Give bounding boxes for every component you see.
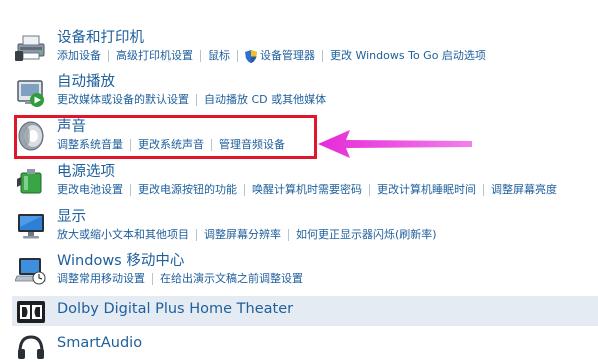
task-link-change-battery-settings[interactable]: 更改电池设置 (57, 183, 123, 197)
uac-shield-icon (245, 49, 257, 63)
category-links: 更改电池设置 更改电源按钮的功能 唤醒计算机时需要密码 更改计算机睡眠时间 调整… (57, 183, 557, 197)
dolby-icon (17, 301, 45, 323)
task-link-text-size[interactable]: 放大或缩小文本和其他项目 (57, 228, 189, 242)
task-link-presentation-settings[interactable]: 在给出演示文稿之前调整设置 (160, 272, 303, 286)
link-separator (130, 184, 131, 196)
task-link-common-mobility-settings[interactable]: 调整常用移动设置 (57, 272, 145, 286)
category-title[interactable]: Dolby Digital Plus Home Theater (57, 300, 293, 318)
category-dolby[interactable]: Dolby Digital Plus Home Theater (0, 296, 598, 326)
link-separator (244, 184, 245, 196)
task-link-mouse[interactable]: 鼠标 (208, 49, 230, 63)
category-autoplay[interactable]: 自动播放 更改媒体或设备的默认设置 自动播放 CD 或其他媒体 (0, 73, 598, 113)
headphones-icon (17, 334, 45, 360)
task-link-add-device[interactable]: 添加设备 (57, 49, 101, 63)
task-link-autoplay-cd[interactable]: 自动播放 CD 或其他媒体 (204, 93, 326, 107)
task-link-advanced-printer-setup[interactable]: 高级打印机设置 (116, 49, 193, 63)
autoplay-icon (15, 77, 47, 109)
link-separator (200, 50, 201, 62)
printer-icon (15, 31, 47, 63)
task-link-device-manager[interactable]: 设备管理器 (260, 49, 315, 63)
category-power-options[interactable]: 电源选项 更改电池设置 更改电源按钮的功能 唤醒计算机时需要密码 更改计算机睡眠… (0, 163, 598, 203)
category-devices-printers[interactable]: 设备和打印机 添加设备 高级打印机设置 鼠标 设备管理器 更改 Windows … (0, 27, 598, 67)
category-mobility-center[interactable]: Windows 移动中心 调整常用移动设置 在给出演示文稿之前调整设置 (0, 252, 598, 292)
category-links: 放大或缩小文本和其他项目 调整屏幕分辨率 如何更正显示器闪烁(刷新率) (57, 228, 437, 242)
annotation-highlight-box (14, 115, 317, 159)
task-link-adjust-brightness[interactable]: 调整屏幕亮度 (491, 183, 557, 197)
link-separator (237, 50, 238, 62)
category-links: 更改媒体或设备的默认设置 自动播放 CD 或其他媒体 (57, 93, 326, 107)
power-battery-icon (15, 165, 47, 197)
link-separator (369, 184, 370, 196)
task-link-windows-to-go[interactable]: 更改 Windows To Go 启动选项 (330, 49, 486, 63)
category-title[interactable]: Windows 移动中心 (57, 252, 184, 270)
category-title[interactable]: 显示 (57, 208, 86, 226)
link-separator (483, 184, 484, 196)
category-title[interactable]: SmartAudio (57, 334, 142, 352)
category-links: 添加设备 高级打印机设置 鼠标 设备管理器 更改 Windows To Go 启… (57, 49, 486, 63)
category-title[interactable]: 电源选项 (57, 163, 115, 181)
category-title[interactable]: 设备和打印机 (57, 29, 144, 47)
task-link-fix-monitor-flicker[interactable]: 如何更正显示器闪烁(刷新率) (296, 228, 437, 242)
link-separator (288, 229, 289, 241)
link-separator (196, 229, 197, 241)
task-link-require-password-on-wake[interactable]: 唤醒计算机时需要密码 (252, 183, 362, 197)
link-separator (152, 273, 153, 285)
task-link-screen-resolution[interactable]: 调整屏幕分辨率 (204, 228, 281, 242)
annotation-arrow-icon (318, 130, 472, 158)
link-separator (108, 50, 109, 62)
task-link-power-button-function[interactable]: 更改电源按钮的功能 (138, 183, 237, 197)
category-display[interactable]: 显示 放大或缩小文本和其他项目 调整屏幕分辨率 如何更正显示器闪烁(刷新率) (0, 208, 598, 248)
monitor-icon (15, 211, 47, 243)
category-smartaudio[interactable]: SmartAudio (0, 330, 598, 361)
task-link-change-sleep-time[interactable]: 更改计算机睡眠时间 (377, 183, 476, 197)
category-links: 调整常用移动设置 在给出演示文稿之前调整设置 (57, 272, 303, 286)
link-separator (322, 50, 323, 62)
mobility-center-icon (14, 255, 47, 287)
category-title[interactable]: 自动播放 (57, 73, 115, 91)
link-separator (196, 94, 197, 106)
task-link-change-default-media-settings[interactable]: 更改媒体或设备的默认设置 (57, 93, 189, 107)
